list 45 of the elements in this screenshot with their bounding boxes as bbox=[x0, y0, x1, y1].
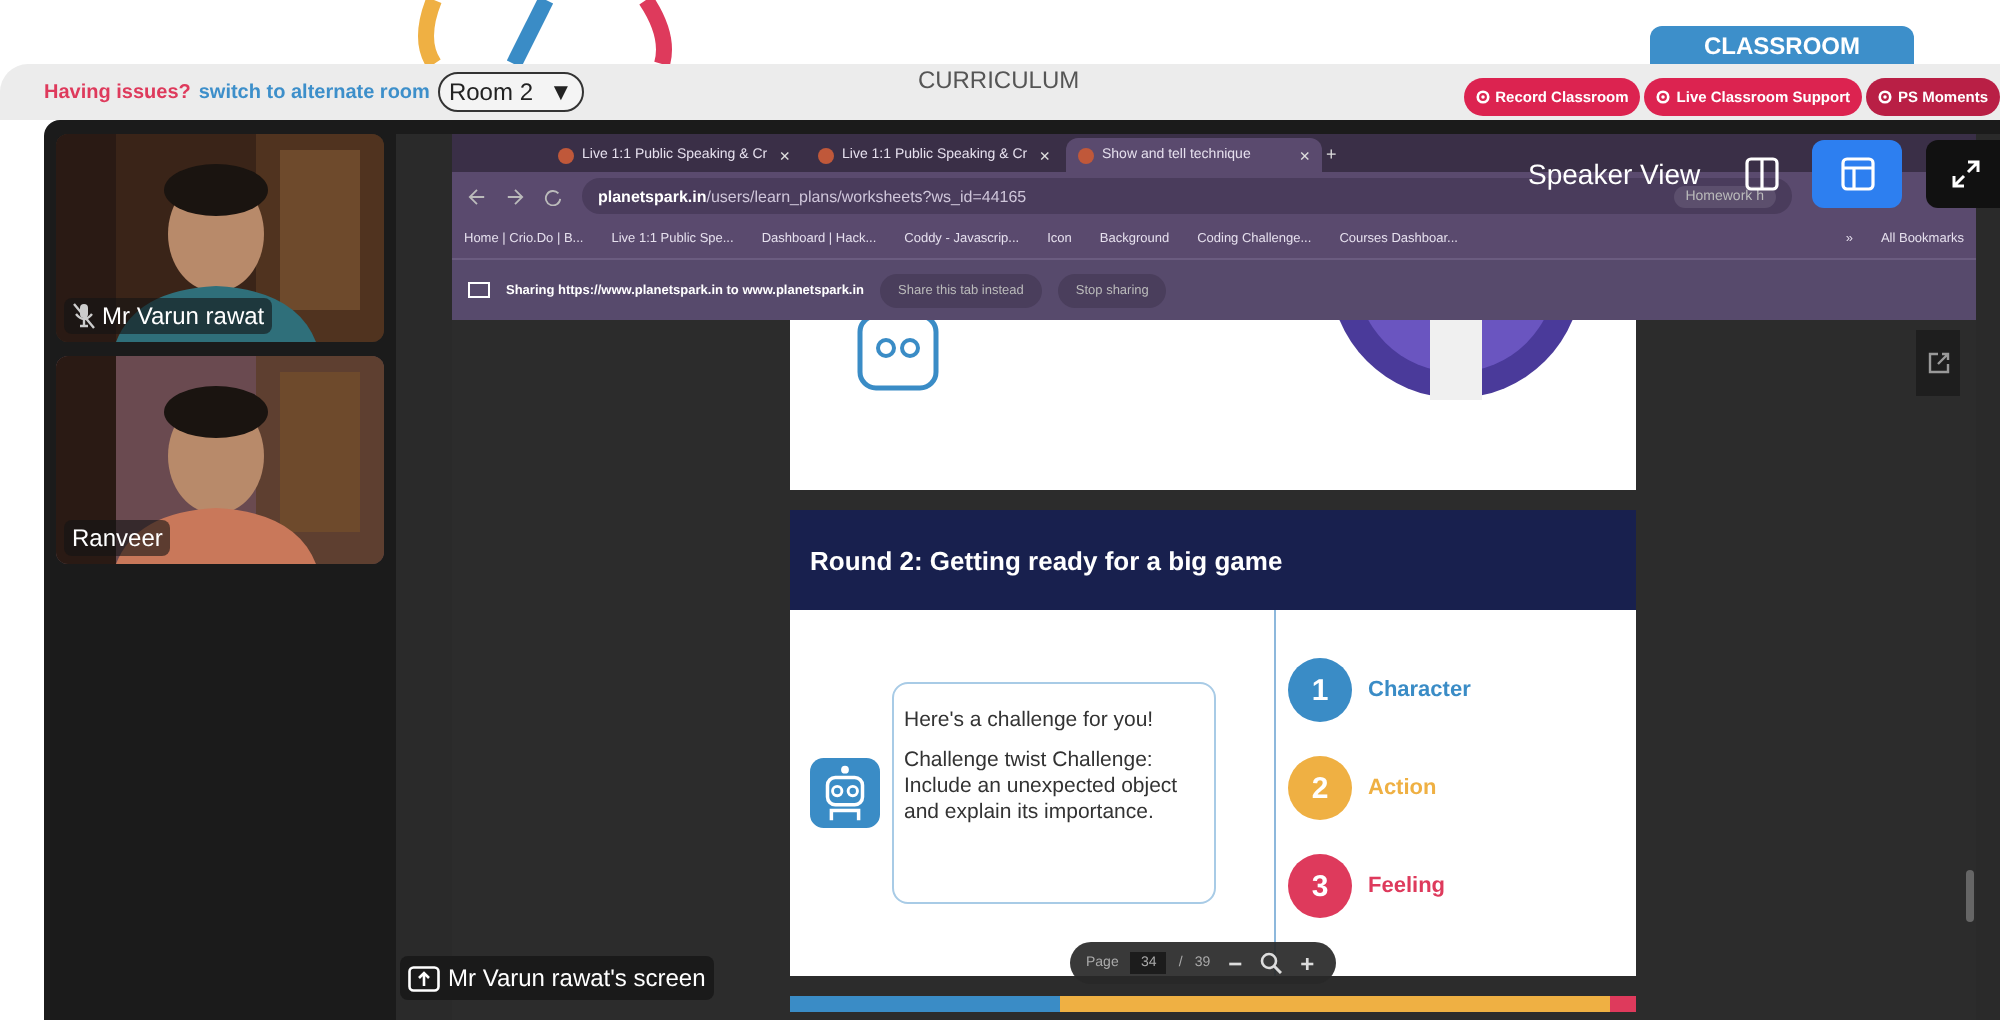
robot-icon bbox=[856, 320, 940, 392]
back-icon[interactable] bbox=[468, 187, 486, 205]
tab-close-button[interactable]: × bbox=[779, 145, 790, 165]
robot-icon bbox=[810, 758, 880, 828]
room-select[interactable]: Room 2 ▼ bbox=[437, 72, 584, 112]
external-link-icon bbox=[1927, 352, 1949, 374]
favicon-icon bbox=[818, 147, 834, 163]
record-icon bbox=[1877, 89, 1892, 103]
view-mode-button[interactable] bbox=[1812, 140, 1902, 208]
participant-name: Mr Varun rawat bbox=[102, 302, 265, 330]
zoom-out-button[interactable]: − bbox=[1222, 949, 1249, 977]
record-icon bbox=[1656, 89, 1671, 103]
expand-icon bbox=[1950, 158, 1982, 190]
item-label: Action bbox=[1368, 776, 1437, 800]
scrollbar bbox=[1966, 870, 1974, 922]
number-badge: 1 bbox=[1288, 658, 1352, 722]
screen-owner-text: Mr Varun rawat's screen bbox=[448, 964, 706, 992]
popout-button[interactable] bbox=[1916, 330, 1960, 396]
muted-mic-icon bbox=[72, 302, 96, 330]
tab-close-button[interactable]: × bbox=[1039, 145, 1050, 165]
fullscreen-button[interactable] bbox=[1926, 140, 2000, 208]
favicon-icon bbox=[1078, 147, 1094, 163]
zoom-icon[interactable] bbox=[1260, 952, 1283, 974]
bubble-text: Challenge twist Challenge: Include an unexpected object and explain its importance. bbox=[904, 748, 1180, 826]
forward-icon[interactable] bbox=[506, 187, 524, 205]
share-screen-icon bbox=[408, 965, 440, 991]
participant-name: Ranveer bbox=[72, 524, 163, 552]
record-icon bbox=[1475, 89, 1490, 103]
reload-icon[interactable] bbox=[544, 187, 562, 205]
item-label: Feeling bbox=[1368, 874, 1446, 898]
tab-close-button[interactable]: × bbox=[1299, 145, 1310, 165]
slide-title: Round 2: Getting ready for a big game bbox=[810, 545, 1283, 575]
zoom-in-button[interactable]: + bbox=[1294, 949, 1321, 977]
number-badge: 3 bbox=[1288, 854, 1352, 918]
screen-share-icon bbox=[468, 281, 490, 299]
issue-text: Having issues? bbox=[44, 81, 191, 103]
favicon-icon bbox=[558, 147, 574, 163]
bubble-text: Here's a challenge for you! bbox=[904, 708, 1156, 734]
layout-icon bbox=[1839, 156, 1875, 192]
split-view-icon bbox=[1743, 156, 1779, 192]
new-tab-button[interactable]: + bbox=[1326, 143, 1337, 163]
number-badge: 2 bbox=[1288, 756, 1352, 820]
item-label: Character bbox=[1368, 678, 1471, 702]
curriculum-label: CURRICULUM bbox=[917, 66, 1080, 94]
classroom-tab[interactable]: CLASSROOM bbox=[1650, 26, 1914, 64]
